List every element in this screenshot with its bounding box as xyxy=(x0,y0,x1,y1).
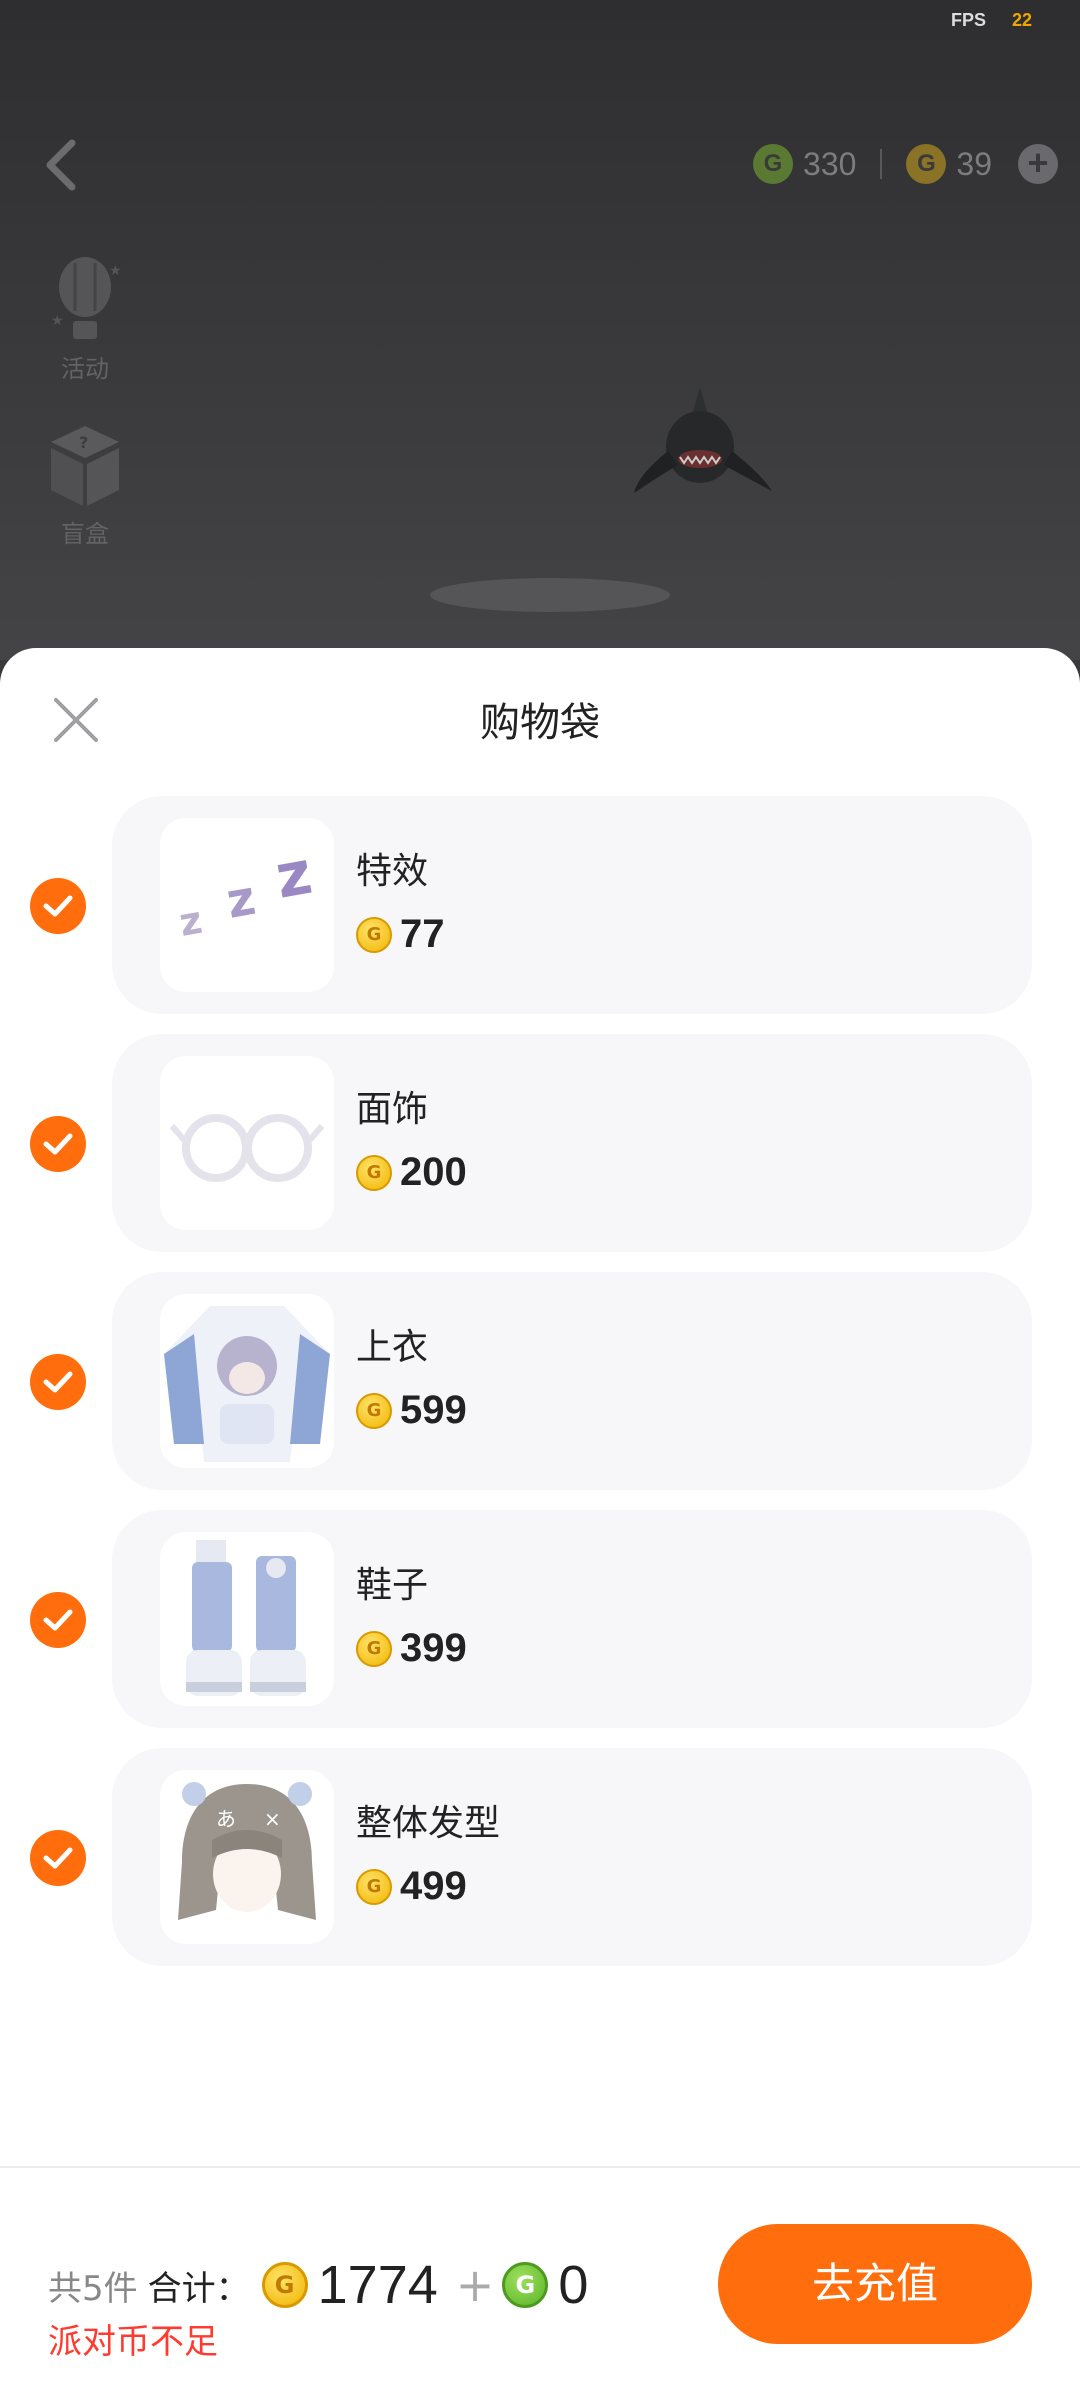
gold-coin-icon: G xyxy=(356,1868,392,1905)
svg-text:あ: あ xyxy=(216,1807,236,1831)
boots-icon xyxy=(160,1532,334,1706)
checkmark-icon xyxy=(43,1609,73,1631)
side-menu-activity-label: 活动 xyxy=(61,355,109,383)
item-checkbox[interactable] xyxy=(30,1116,86,1172)
item-card[interactable]: あ × 整体发型 G 499 xyxy=(112,1748,1032,1966)
item-checkbox[interactable] xyxy=(30,1354,86,1410)
currency-divider xyxy=(880,149,883,179)
svg-text:★: ★ xyxy=(109,263,122,279)
game-scene: FPS 22 G 330 G 39 + ★ ★ 活动 ? 盲盒 xyxy=(0,0,1080,660)
item-checkbox[interactable] xyxy=(30,1592,86,1648)
side-menu-blindbox[interactable]: ? 盲盒 xyxy=(30,420,140,549)
gold-currency-amount: 39 xyxy=(956,145,992,182)
side-menu-activity[interactable]: ★ ★ 活动 xyxy=(30,255,140,384)
mystery-box-icon: ? xyxy=(51,426,119,506)
shark-avatar-icon xyxy=(634,387,772,493)
item-checkbox[interactable] xyxy=(30,1830,86,1886)
cart-item-shoes: 鞋子 G 399 xyxy=(0,1510,1080,1728)
item-price: G 77 xyxy=(356,912,445,957)
item-price-value: 499 xyxy=(400,1864,467,1908)
item-price-value: 77 xyxy=(400,912,445,956)
item-card[interactable]: z z z 特效 G 77 xyxy=(112,796,1032,1014)
gold-total: 1774 xyxy=(317,2255,438,2315)
green-coin-icon: G xyxy=(502,2262,549,2308)
gold-coin-icon: G xyxy=(261,2262,308,2308)
recharge-button[interactable]: 去充值 xyxy=(718,2224,1032,2344)
side-menu-blindbox-label: 盲盒 xyxy=(61,520,109,548)
item-price-value: 399 xyxy=(400,1626,467,1670)
hairstyle-icon: あ × xyxy=(160,1770,334,1944)
green-currency-amount: 330 xyxy=(803,145,857,182)
cart-item-face-accessory: 面饰 G 200 xyxy=(0,1034,1080,1252)
checkmark-icon xyxy=(43,1371,73,1393)
svg-text:z: z xyxy=(222,870,259,930)
item-card[interactable]: 上衣 G 599 xyxy=(112,1272,1032,1490)
item-price: G 599 xyxy=(356,1388,467,1433)
glasses-icon xyxy=(160,1056,334,1230)
total-label: 合计： xyxy=(147,2268,250,2309)
green-coin-icon: G xyxy=(753,144,794,184)
gold-coin-icon: G xyxy=(906,144,947,184)
fps-value: 22 xyxy=(1011,10,1032,30)
checkmark-icon xyxy=(43,1847,73,1869)
item-name: 面饰 xyxy=(356,1089,429,1130)
shopping-bag-sheet: 购物袋 z z z 特效 G 77 面饰 G 200 上衣 G 599 鞋子 G… xyxy=(0,648,1080,2402)
fps-counter: FPS 22 xyxy=(951,10,1032,31)
add-currency-button[interactable]: + xyxy=(1018,144,1058,184)
hot-air-balloon-icon: ★ ★ xyxy=(51,257,122,339)
item-price-value: 599 xyxy=(400,1388,467,1432)
item-name: 上衣 xyxy=(356,1327,429,1368)
currency-bar: G 330 G 39 + xyxy=(753,140,1058,188)
back-button[interactable] xyxy=(38,135,88,195)
character-pedestal xyxy=(430,578,670,612)
chevron-left-icon xyxy=(46,139,76,191)
gold-coin-icon: G xyxy=(356,1392,392,1429)
order-summary: 共5件 合计： G 1774 + G 0 xyxy=(48,2254,598,2316)
svg-text:?: ? xyxy=(79,433,88,452)
item-name: 鞋子 xyxy=(356,1565,429,1606)
insufficient-balance-warning: 派对币不足 xyxy=(48,2322,218,2362)
gold-coin-icon: G xyxy=(356,1630,392,1667)
item-count: 共5件 xyxy=(48,2268,138,2309)
item-price: G 200 xyxy=(356,1150,467,1195)
item-checkbox[interactable] xyxy=(30,878,86,934)
green-total: 0 xyxy=(558,2255,589,2315)
checkmark-icon xyxy=(43,895,73,917)
svg-text:×: × xyxy=(264,1807,281,1831)
svg-text:z: z xyxy=(176,898,205,945)
item-price: G 499 xyxy=(356,1864,467,1909)
page-title: 购物袋 xyxy=(480,700,600,746)
item-price-value: 200 xyxy=(400,1150,467,1194)
svg-text:★: ★ xyxy=(51,313,64,329)
item-name: 整体发型 xyxy=(356,1803,501,1844)
gold-coin-icon: G xyxy=(356,916,392,953)
fps-label: FPS xyxy=(950,10,986,30)
cart-item-effect: z z z 特效 G 77 xyxy=(0,796,1080,1014)
item-card[interactable]: 面饰 G 200 xyxy=(112,1034,1032,1252)
checkmark-icon xyxy=(43,1133,73,1155)
checkout-footer: 共5件 合计： G 1774 + G 0 派对币不足 去充值 xyxy=(0,2166,1080,2402)
zzz-effect-icon: z z z xyxy=(160,818,334,992)
cart-item-top: 上衣 G 599 xyxy=(0,1272,1080,1490)
svg-text:z: z xyxy=(270,838,317,913)
cart-item-hairstyle: あ × 整体发型 G 499 xyxy=(0,1748,1080,1966)
item-price: G 399 xyxy=(356,1626,467,1671)
gold-coin-icon: G xyxy=(356,1154,392,1191)
item-name: 特效 xyxy=(356,851,429,892)
sweater-icon xyxy=(160,1294,334,1468)
item-card[interactable]: 鞋子 G 399 xyxy=(112,1510,1032,1728)
plus-sign: + xyxy=(455,2258,495,2312)
